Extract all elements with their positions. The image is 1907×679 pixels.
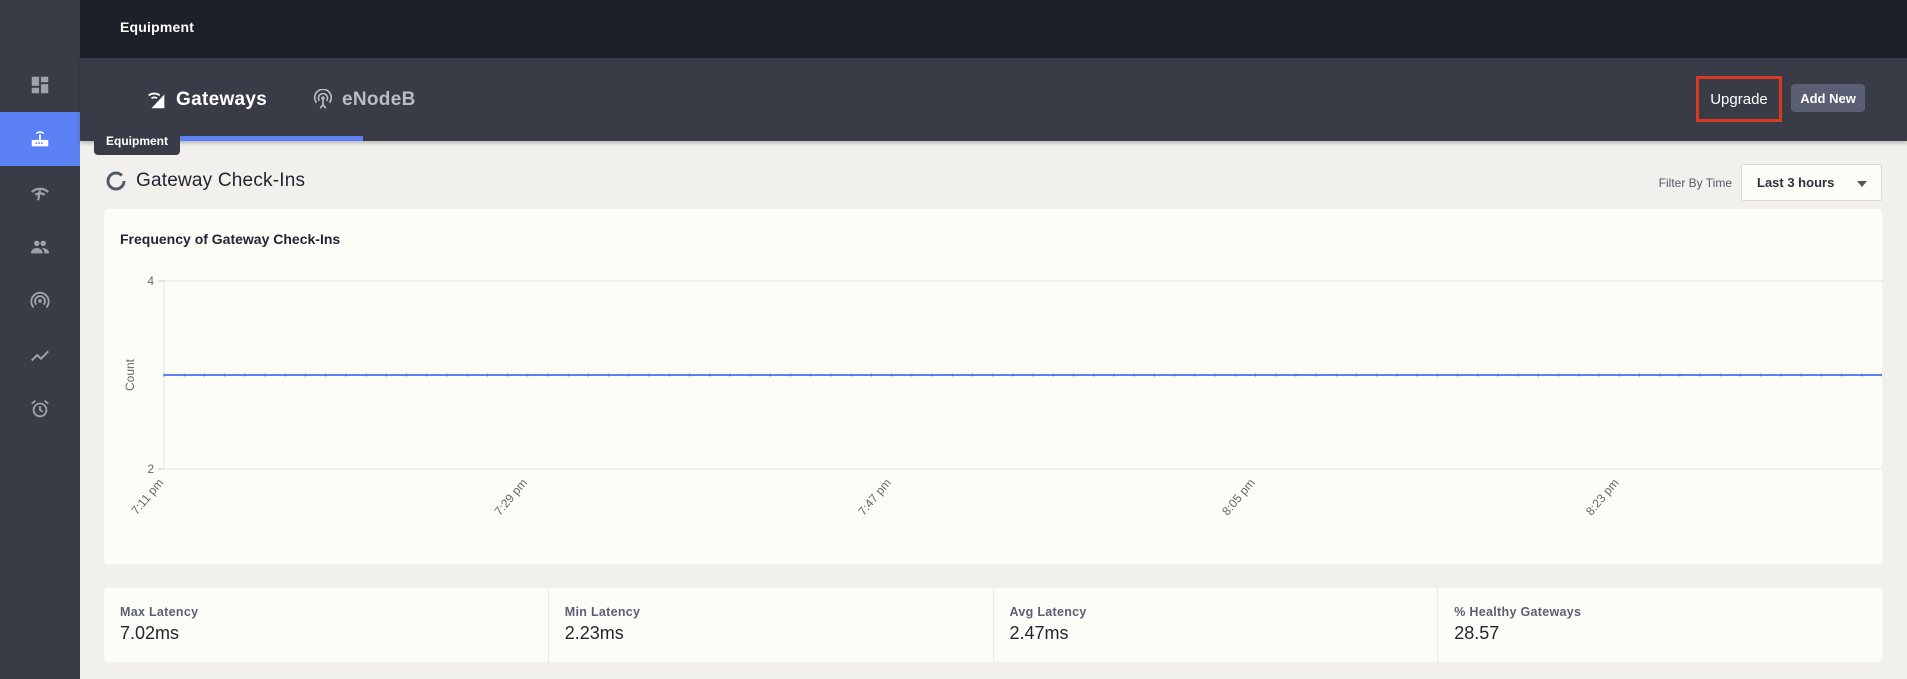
dashboard-icon: [31, 76, 49, 94]
sidebar: [0, 0, 80, 679]
sidebar-item-equipment[interactable]: [0, 112, 80, 166]
gateway-icon: [148, 92, 165, 109]
x-tick-label: 7:47 pm: [855, 476, 894, 518]
tab-gateways[interactable]: Gateways: [146, 80, 267, 120]
sidebar-item-network[interactable]: [0, 166, 80, 220]
stat-label: % Healthy Gateways: [1454, 605, 1582, 619]
section-title: Gateway Check-Ins: [136, 170, 306, 191]
sidebar-item-metrics[interactable]: [0, 328, 80, 382]
alarm-icon: [31, 400, 49, 418]
metrics-icon: [31, 350, 49, 362]
router-icon: [31, 131, 49, 147]
upgrade-button[interactable]: Upgrade: [1696, 76, 1782, 122]
signal-icon: [30, 291, 50, 309]
sidebar-item-alarms[interactable]: [0, 382, 80, 436]
x-tick-label: 8:05 pm: [1219, 476, 1258, 518]
add-new-button[interactable]: Add New: [1791, 84, 1865, 112]
time-filter-value: Last 3 hours: [1757, 175, 1835, 190]
chevron-down-icon: [1857, 181, 1867, 187]
page-title: Equipment: [120, 19, 195, 35]
stat-value: 2.23ms: [564, 623, 624, 643]
sidebar-item-subscribers[interactable]: [0, 220, 80, 274]
y-tick-label: 4: [147, 274, 154, 288]
loading-icon: [106, 171, 126, 191]
tab-bar: Gateways eNodeB Upgrade Add New: [80, 58, 1907, 141]
stat-label: Avg Latency: [1009, 605, 1087, 619]
chart-card: Frequency of Gateway Check-Ins 4 2 Count 7:…: [104, 209, 1882, 564]
sidebar-item-dashboard[interactable]: [0, 58, 80, 112]
stat-value: 2.47ms: [1009, 623, 1069, 643]
tab-enodeb-label: eNodeB: [342, 89, 416, 110]
filter-label: Filter By Time: [1658, 176, 1732, 190]
stat-value: 7.02ms: [120, 623, 180, 643]
stat-label: Min Latency: [564, 605, 641, 619]
sidebar-item-signal[interactable]: [0, 274, 80, 328]
stats-row: Max Latency 7.02ms Min Latency 2.23ms Av…: [104, 588, 1882, 662]
stat-avg-latency: Avg Latency 2.47ms: [994, 588, 1439, 662]
stat-healthy-gateways: % Healthy Gateways 28.57: [1438, 588, 1882, 662]
time-filter-select[interactable]: Last 3 hours: [1741, 164, 1882, 201]
active-tab-indicator: [178, 136, 363, 141]
network-icon: [30, 187, 50, 201]
tab-enodeb[interactable]: eNodeB: [312, 80, 416, 120]
y-axis-label: Count: [123, 358, 137, 391]
y-tick-label: 2: [147, 462, 154, 476]
x-tick-label: 8:23 pm: [1583, 476, 1622, 518]
top-bar: Equipment: [80, 0, 1907, 58]
stat-label: Max Latency: [120, 605, 199, 619]
stat-value: 28.57: [1454, 623, 1500, 643]
checkins-chart: 4 2 Count 7:11 pm 7:29 pm 7:47 pm 8:05 pm 8:23 …: [123, 274, 1882, 518]
x-tick-label: 7:11 pm: [128, 476, 166, 518]
subscribers-icon: [30, 240, 50, 254]
antenna-icon: [313, 89, 333, 109]
tab-gateways-label: Gateways: [176, 89, 268, 110]
sidebar-tooltip: Equipment: [94, 126, 180, 155]
x-tick-label: 7:29 pm: [492, 476, 531, 518]
stat-max-latency: Max Latency 7.02ms: [104, 588, 549, 662]
section-header: Gateway Check-Ins: [106, 170, 305, 192]
stat-min-latency: Min Latency 2.23ms: [549, 588, 994, 662]
